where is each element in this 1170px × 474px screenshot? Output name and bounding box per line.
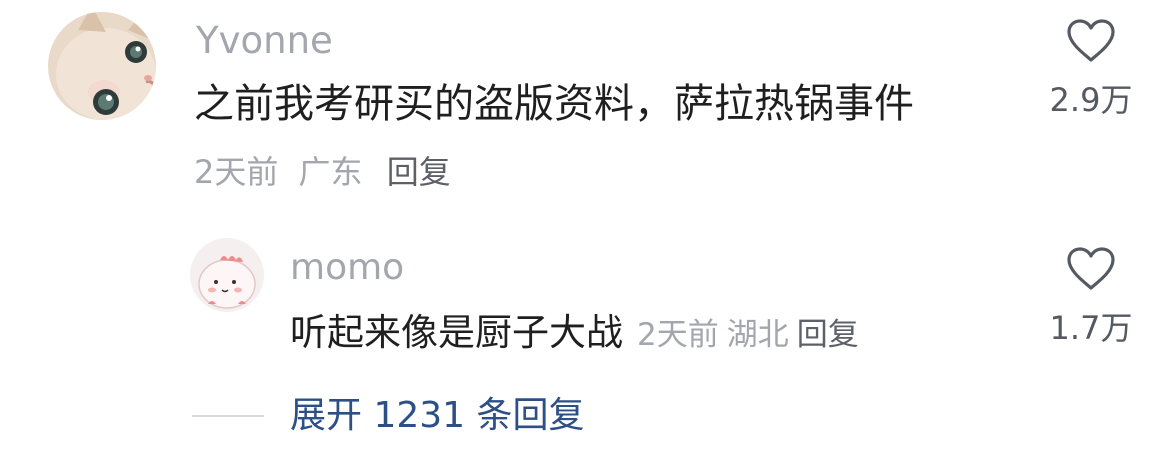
reply-content-line: 听起来像是厨子大战 2天前 湖北 回复 [290, 314, 867, 351]
reply-like-button[interactable]: 1.7万 [1041, 246, 1141, 344]
reply-meta: 2天前 湖北 回复 [637, 317, 867, 353]
comment-username[interactable]: Yvonne [196, 22, 333, 59]
expand-replies-button[interactable]: 展开 1231 条回复 [192, 398, 585, 434]
divider-line [192, 415, 264, 417]
comment-like-button[interactable]: 2.9万 [1041, 18, 1141, 116]
expand-replies-label[interactable]: 展开 1231 条回复 [290, 398, 585, 434]
reply-text: 听起来像是厨子大战 [290, 311, 623, 354]
heart-icon[interactable] [1065, 246, 1117, 292]
comment-time: 2天前 [194, 153, 279, 191]
comment-reply-button[interactable]: 回复 [387, 153, 451, 191]
heart-icon[interactable] [1065, 18, 1117, 64]
comment-like-count: 2.9万 [1049, 81, 1133, 119]
user-avatar[interactable] [48, 12, 156, 120]
reply-time: 2天前 [637, 317, 719, 353]
comment-location: 广东 [298, 153, 363, 191]
reply-like-count: 1.7万 [1049, 309, 1133, 347]
reply-username[interactable]: momo [290, 250, 404, 286]
cartoon-dinosaur-avatar-icon [190, 238, 264, 312]
comment-text: 之前我考研买的盗版资料，萨拉热锅事件 [194, 81, 914, 127]
reply-reply-button[interactable]: 回复 [797, 317, 859, 353]
kitten-avatar-icon [48, 12, 156, 120]
reply-location: 湖北 [726, 317, 789, 353]
comment-meta: 2天前 广东 回复 [194, 156, 461, 188]
reply-user-avatar[interactable] [190, 238, 264, 312]
